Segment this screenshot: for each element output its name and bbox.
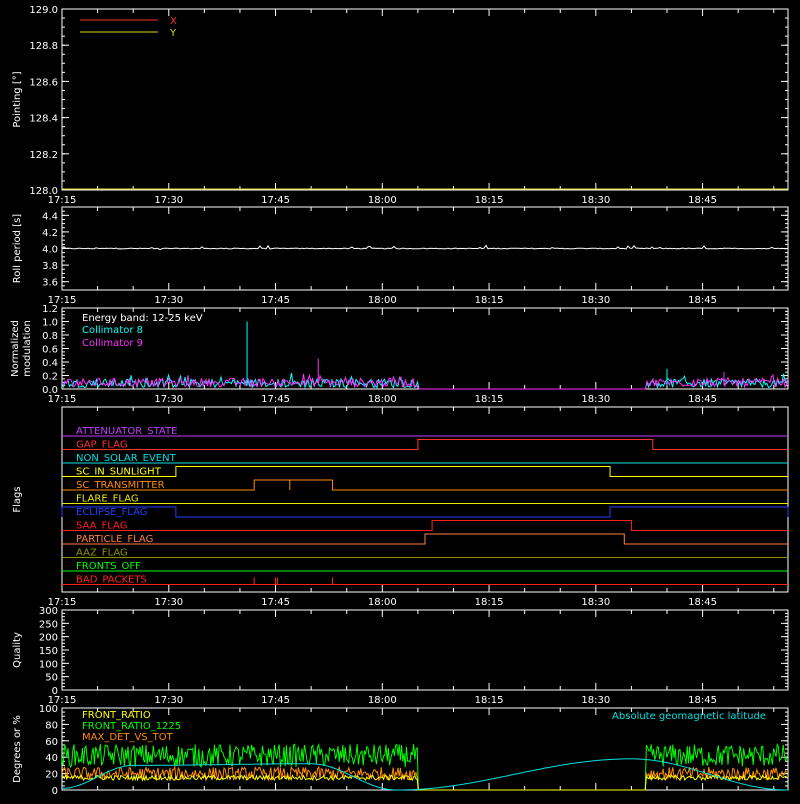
pointing-x-tick-label: 17:30 (154, 195, 183, 206)
modulation-y-tick-label: 0.0 (42, 385, 58, 396)
pointing-y-axis-label: Pointing [°] (12, 71, 23, 127)
legend-y-label: Y (169, 28, 177, 39)
quality-y-tick-label: 300 (39, 606, 58, 617)
flags-x-tick-label: 18:15 (475, 597, 504, 608)
pointing-x-tick-label: 18:30 (581, 195, 610, 206)
flag-label-flare-flag: FLARE_FLAG (76, 494, 139, 505)
modulation-y-axis-label-line: Normalized (10, 320, 21, 377)
ratios-y-tick-label: 100 (39, 704, 58, 715)
modulation-x-tick-label: 18:15 (475, 394, 504, 405)
flag-label-attenuator-state: ATTENUATOR_STATE (76, 426, 177, 437)
pointing-x-tick-label: 18:00 (368, 195, 397, 206)
roll-y-tick-label: 4.4 (42, 211, 58, 222)
quality-x-tick-label: 18:45 (688, 695, 717, 706)
pointing-y-tick-label: 128.8 (29, 41, 58, 52)
pointing-y-tick-label: 128.4 (29, 114, 58, 125)
roll-y-axis-label: Roll period [s] (12, 214, 23, 283)
plot-background (0, 0, 800, 800)
modulation-y-axis-label-line: modulation (22, 320, 33, 377)
flag-label-particle-flag: PARTICLE_FLAG (76, 534, 153, 545)
pointing-y-tick-label: 129.0 (29, 5, 58, 16)
ratios-y-tick-label: 0 (52, 786, 58, 797)
ratios-y-axis-label: Degrees or % (12, 715, 23, 783)
quality-x-tick-label: 18:30 (581, 695, 610, 706)
modulation-y-tick-label: 0.4 (42, 358, 58, 369)
quality-x-tick-label: 18:15 (475, 695, 504, 706)
quality-x-tick-label: 17:30 (154, 695, 183, 706)
quality-y-tick-label: 250 (39, 619, 58, 630)
modulation-legend-title: Energy band: 12-25 keV (82, 313, 203, 324)
roll-x-tick-label: 17:45 (261, 295, 290, 306)
flags-x-tick-label: 17:30 (154, 597, 183, 608)
roll-x-tick-label: 18:00 (368, 295, 397, 306)
pointing-y-tick-label: 128.2 (29, 150, 58, 161)
pointing-x-tick-label: 18:45 (688, 195, 717, 206)
quality-y-tick-label: 50 (45, 673, 58, 684)
quality-y-tick-label: 200 (39, 633, 58, 644)
ratios-y-tick-label: 40 (45, 753, 58, 764)
roll-x-tick-label: 18:15 (475, 295, 504, 306)
roll-x-tick-label: 18:30 (581, 295, 610, 306)
flags-x-tick-label: 18:00 (368, 597, 397, 608)
roll-y-tick-label: 3.8 (42, 261, 58, 272)
plot-figure: 17:15 17:30 17:45 18:00 18:15 18:30 18:45 128.0… (0, 0, 800, 800)
pointing-x-tick-label: 18:15 (475, 195, 504, 206)
flags-x-tick-label: 18:45 (688, 597, 717, 608)
flag-label-sc-transmitter: SC_TRANSMITTER (76, 480, 165, 491)
roll-x-tick-label: 17:30 (154, 295, 183, 306)
roll-y-tick-label: 3.6 (42, 278, 58, 289)
roll-x-tick-label: 18:45 (688, 295, 717, 306)
legend-collimator8-label: Collimator 8 (82, 325, 143, 336)
legend-front-ratio-1225-label: FRONT_RATIO_1225 (82, 721, 181, 732)
modulation-x-tick-label: 18:30 (581, 394, 610, 405)
legend-x-label: X (170, 16, 177, 27)
flags-x-tick-label: 17:45 (261, 597, 290, 608)
flag-label-fronts-off: FRONTS_OFF (76, 561, 141, 572)
flag-label-non-solar-event: NON_SOLAR_EVENT (76, 453, 177, 464)
pointing-x-tick-label: 17:45 (261, 195, 290, 206)
flag-label-bad-packets: BAD_PACKETS (76, 575, 147, 586)
quality-y-tick-label: 0 (52, 686, 58, 697)
ratios-y-tick-label: 80 (45, 720, 58, 731)
plot-canvas: 17:15 17:30 17:45 18:00 18:15 18:30 18:45128.0… (0, 0, 800, 800)
modulation-y-tick-label: 1.0 (42, 318, 58, 329)
modulation-x-tick-label: 18:45 (688, 394, 717, 405)
modulation-x-tick-label: 17:45 (261, 394, 290, 405)
flag-label-sc-in-sunlight: SC_IN_SUNLIGHT (76, 467, 162, 478)
modulation-y-tick-label: 1.2 (42, 304, 58, 315)
quality-x-tick-label: 18:00 (368, 695, 397, 706)
modulation-y-tick-label: 0.2 (42, 372, 58, 383)
legend-collimator9-label: Collimator 9 (82, 338, 143, 349)
pointing-y-tick-label: 128.6 (29, 77, 58, 88)
ratios-y-tick-label: 20 (45, 770, 58, 781)
roll-y-tick-label: 4.0 (42, 245, 58, 256)
flag-label-saa-flag: SAA_FLAG (76, 521, 127, 532)
pointing-y-tick-label: 128.0 (29, 186, 58, 197)
ratios-y-tick-label: 60 (45, 737, 58, 748)
flag-label-gap-flag: GAP_FLAG (76, 440, 128, 451)
modulation-y-tick-label: 0.6 (42, 345, 58, 356)
geomagnetic-latitude-annotation: Absolute geomagnetic latitude (612, 711, 766, 722)
modulation-y-axis-label: Normalizedmodulation (10, 320, 33, 377)
flag-label-eclipse-flag: ECLIPSE_FLAG (76, 507, 147, 518)
quality-x-tick-label: 17:45 (261, 695, 290, 706)
modulation-x-tick-label: 17:30 (154, 394, 183, 405)
roll-y-tick-label: 4.2 (42, 228, 58, 239)
flag-label-aaz-flag: AAZ_FLAG (76, 548, 128, 559)
legend-max-det-label: MAX_DET_VS_TOT (82, 732, 174, 743)
flags-x-tick-label: 18:30 (581, 597, 610, 608)
quality-y-tick-label: 100 (39, 659, 58, 670)
flags-y-axis-label: Flags (12, 486, 23, 512)
modulation-y-tick-label: 0.8 (42, 331, 58, 342)
legend-front-ratio-label: FRONT_RATIO (82, 710, 151, 721)
quality-y-tick-label: 150 (39, 646, 58, 657)
quality-y-axis-label: Quality (12, 632, 23, 668)
modulation-x-tick-label: 18:00 (368, 394, 397, 405)
